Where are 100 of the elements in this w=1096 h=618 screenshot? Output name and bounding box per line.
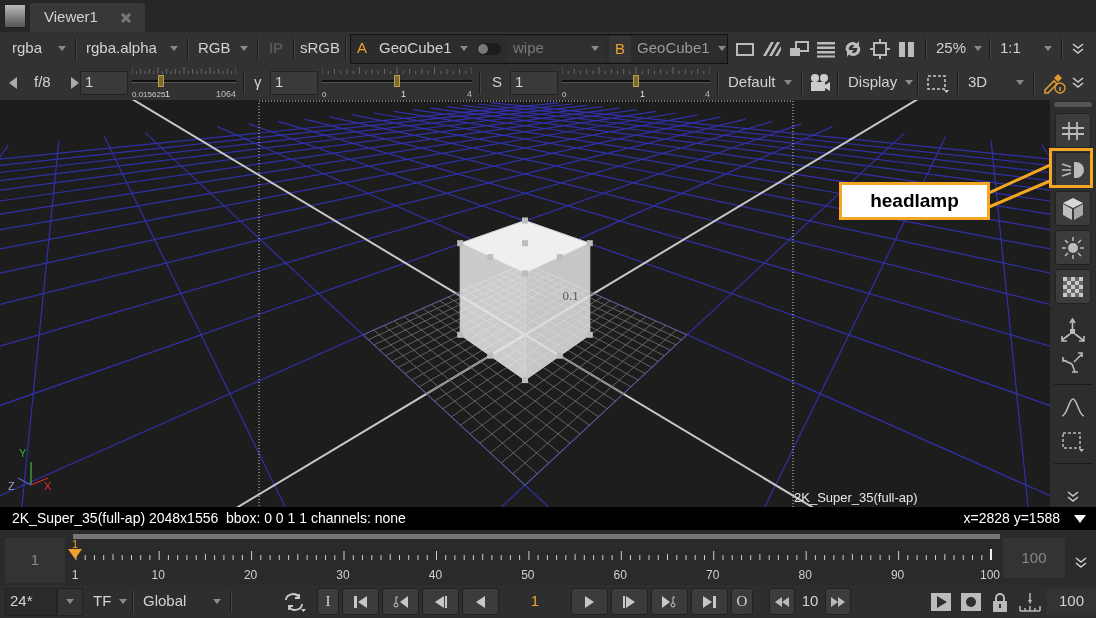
- headlamp-button[interactable]: [1055, 152, 1091, 187]
- scale-label: 1: [401, 89, 406, 99]
- marquee-icon[interactable]: [1061, 431, 1085, 453]
- next-key-icon: [661, 593, 678, 610]
- cube-icon: [1061, 196, 1085, 221]
- cube-button[interactable]: [1055, 191, 1091, 226]
- dropdown[interactable]: RGB: [192, 35, 254, 62]
- timeline-scrollbar[interactable]: [73, 534, 1000, 539]
- caret-icon: [974, 46, 983, 51]
- axis-label: Z: [8, 480, 15, 492]
- transport-button[interactable]: [651, 588, 688, 615]
- sun-icon: [1061, 235, 1085, 260]
- slider-handle[interactable]: [394, 74, 400, 87]
- grid-button[interactable]: [1055, 113, 1091, 148]
- scale-label: 1: [640, 89, 645, 99]
- caret-icon: [905, 80, 914, 85]
- playhead-marker[interactable]: [68, 549, 82, 559]
- curve-icon[interactable]: [1061, 397, 1085, 417]
- right-arrow-icon[interactable]: [70, 75, 80, 90]
- dropdown[interactable]: rgba.alpha: [80, 35, 184, 62]
- chevron-icon[interactable]: [1072, 76, 1084, 89]
- toolbar-handle[interactable]: [1054, 102, 1092, 107]
- dropdown-button[interactable]: [57, 587, 83, 616]
- double-arrow-right-icon: [831, 596, 845, 607]
- chevron-icon[interactable]: [1075, 557, 1087, 569]
- transport-button[interactable]: O: [731, 588, 753, 615]
- dropdown[interactable]: 1:1: [994, 35, 1058, 62]
- slider-track[interactable]: [562, 73, 710, 88]
- scale-label: 1: [165, 89, 171, 99]
- double-arrow-left-icon: [775, 596, 789, 607]
- fps-field[interactable]: 24*: [5, 587, 57, 616]
- dropdown[interactable]: 3D: [962, 69, 1030, 96]
- checker-button[interactable]: [1055, 269, 1091, 304]
- picker-icon[interactable]: [1042, 71, 1066, 94]
- ruler-icon[interactable]: [1019, 591, 1041, 612]
- transport-button[interactable]: [462, 588, 499, 615]
- value-field[interactable]: 1: [510, 70, 558, 95]
- wipe-toggle[interactable]: [477, 42, 501, 55]
- dropdown[interactable]: 25%: [930, 35, 986, 62]
- transport-button[interactable]: [611, 588, 648, 615]
- dropdown[interactable]: Default: [722, 69, 798, 96]
- transport-button[interactable]: [342, 588, 379, 615]
- move-axes-icon[interactable]: [1059, 318, 1087, 344]
- left-arrow-icon[interactable]: [8, 75, 18, 90]
- dropdown[interactable]: rgba: [6, 35, 72, 62]
- dropdown[interactable]: TF: [87, 588, 129, 615]
- camera-icon[interactable]: [809, 72, 831, 93]
- caret-icon: [459, 46, 468, 51]
- value-field[interactable]: 1: [270, 70, 318, 95]
- loop-icon[interactable]: [283, 591, 307, 612]
- viewer-tab[interactable]: Viewer1: [30, 3, 145, 32]
- crosshair-icon[interactable]: [869, 38, 891, 59]
- caret-icon: [1044, 46, 1052, 51]
- record-icon[interactable]: [961, 592, 981, 611]
- input-letter: A: [356, 38, 368, 59]
- lut-button[interactable]: sRGB: [298, 35, 342, 62]
- light-button[interactable]: [1055, 230, 1091, 265]
- rewind-step-button[interactable]: [769, 588, 795, 615]
- control-label: f/8: [34, 72, 52, 93]
- end-frame-field[interactable]: 100: [1047, 588, 1096, 615]
- slider-handle[interactable]: [158, 74, 165, 87]
- panel-grip-icon[interactable]: [4, 4, 26, 28]
- playhead-frame: 1: [72, 539, 79, 550]
- menu-arrow-icon[interactable]: [1074, 514, 1086, 523]
- slider-handle[interactable]: [633, 74, 639, 87]
- slider-track[interactable]: [322, 73, 472, 88]
- chevron-icon[interactable]: [1072, 42, 1084, 55]
- windows-icon[interactable]: [788, 39, 810, 58]
- scale-label: 4: [467, 89, 472, 99]
- chevron-icon[interactable]: [1067, 491, 1079, 503]
- transport-button[interactable]: [571, 588, 608, 615]
- frame-number: 90: [890, 567, 905, 584]
- close-icon[interactable]: [121, 12, 131, 23]
- caret-icon: [119, 599, 128, 604]
- dropdown[interactable]: GeoCube1: [373, 35, 471, 62]
- transport-button[interactable]: I: [317, 588, 339, 615]
- play-icon[interactable]: [931, 592, 951, 611]
- lines-icon[interactable]: [815, 39, 837, 58]
- in-frame-field[interactable]: 1: [5, 538, 65, 583]
- dropdown[interactable]: Display: [842, 69, 914, 96]
- value-field[interactable]: 1: [80, 70, 128, 95]
- axis-label: Y: [19, 447, 27, 459]
- transport-button[interactable]: [422, 588, 459, 615]
- scale-label: 4: [705, 89, 710, 99]
- lock-icon[interactable]: [991, 591, 1009, 612]
- out-frame-field[interactable]: 100: [1003, 538, 1065, 578]
- forward-step-button[interactable]: [825, 588, 851, 615]
- frame-number: 20: [243, 567, 258, 584]
- transport-button[interactable]: [382, 588, 419, 615]
- dropdown[interactable]: Global: [137, 588, 227, 615]
- frame-number: 100: [980, 567, 1000, 584]
- frame-number: 40: [428, 567, 443, 584]
- headlamp-icon: [1060, 159, 1086, 180]
- slider-track[interactable]: [132, 73, 236, 88]
- marquee-icon[interactable]: [926, 72, 950, 93]
- last-frame-icon: [701, 593, 718, 610]
- cube-drawing[interactable]: [457, 217, 593, 384]
- dropdown[interactable]: GeoCube1: [631, 35, 728, 62]
- transport-button[interactable]: [691, 588, 728, 615]
- hatch-icon[interactable]: [761, 39, 783, 58]
